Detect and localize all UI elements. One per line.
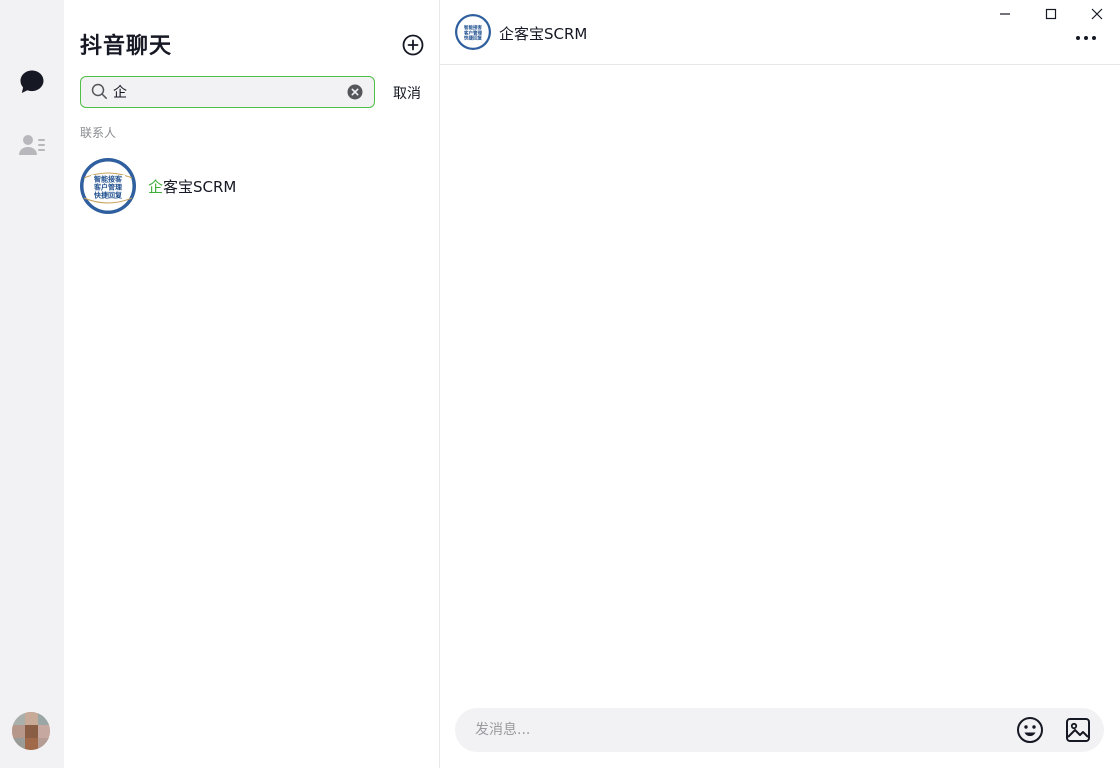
chat-pane: 智能接客 客户管理 快捷回复 企客宝SCRM bbox=[440, 0, 1120, 768]
contact-avatar: 智能接客 客户管理 快捷回复 bbox=[80, 158, 136, 214]
chat-header-avatar[interactable]: 智能接客 客户管理 快捷回复 bbox=[455, 14, 491, 50]
search-box bbox=[80, 76, 375, 108]
chat-header-avatar-image: 智能接客 客户管理 快捷回复 bbox=[455, 14, 491, 50]
plus-circle-icon bbox=[402, 34, 424, 56]
chat-title: 企客宝SCRM bbox=[499, 25, 588, 43]
chat-bubble-icon bbox=[20, 70, 44, 93]
contacts-section-label: 联系人 bbox=[80, 126, 117, 140]
contact-name-rest: 客宝SCRM bbox=[163, 178, 237, 196]
minimize-button[interactable] bbox=[994, 4, 1016, 24]
contact-list-item[interactable]: 智能接客 客户管理 快捷回复 企客宝SCRM bbox=[64, 150, 439, 222]
search-input[interactable] bbox=[113, 80, 343, 104]
avatar-line-3: 快捷回复 bbox=[94, 191, 123, 200]
avatar-line-1: 智能接客 bbox=[94, 175, 123, 184]
chat-nav-button[interactable] bbox=[16, 66, 48, 98]
user-avatar[interactable] bbox=[12, 712, 50, 750]
image-button[interactable] bbox=[1064, 716, 1092, 744]
contacts-icon bbox=[19, 135, 45, 155]
contacts-nav-button[interactable] bbox=[16, 130, 48, 162]
cancel-search-button[interactable]: 取消 bbox=[393, 83, 421, 103]
panel-title: 抖音聊天 bbox=[80, 34, 173, 59]
add-chat-button[interactable] bbox=[402, 34, 424, 56]
contact-name: 企客宝SCRM bbox=[148, 176, 236, 197]
emoji-icon bbox=[1017, 717, 1043, 743]
maximize-icon bbox=[1045, 8, 1057, 20]
contact-name-highlight: 企 bbox=[148, 178, 164, 196]
minimize-icon bbox=[1000, 13, 1010, 15]
clear-search-button[interactable] bbox=[347, 84, 363, 100]
close-icon bbox=[1091, 8, 1103, 20]
emoji-button[interactable] bbox=[1016, 716, 1044, 744]
message-input[interactable] bbox=[475, 718, 995, 742]
message-area bbox=[440, 65, 1120, 695]
image-icon bbox=[1066, 718, 1090, 742]
chat-header: 智能接客 客户管理 快捷回复 企客宝SCRM bbox=[440, 0, 1120, 65]
close-button[interactable] bbox=[1086, 4, 1108, 24]
avatar-line-2: 客户管理 bbox=[93, 183, 122, 192]
search-icon bbox=[91, 83, 107, 99]
contact-avatar-image: 智能接客 客户管理 快捷回复 bbox=[80, 158, 136, 214]
more-options-button[interactable] bbox=[1074, 30, 1098, 44]
message-composer bbox=[455, 708, 1104, 752]
maximize-button[interactable] bbox=[1040, 4, 1062, 24]
clear-icon bbox=[347, 84, 363, 100]
left-rail bbox=[0, 0, 64, 768]
conversation-panel: 抖音聊天 取消 联系人 智能接客 客户 bbox=[64, 0, 440, 768]
more-dots-icon bbox=[1076, 36, 1096, 40]
